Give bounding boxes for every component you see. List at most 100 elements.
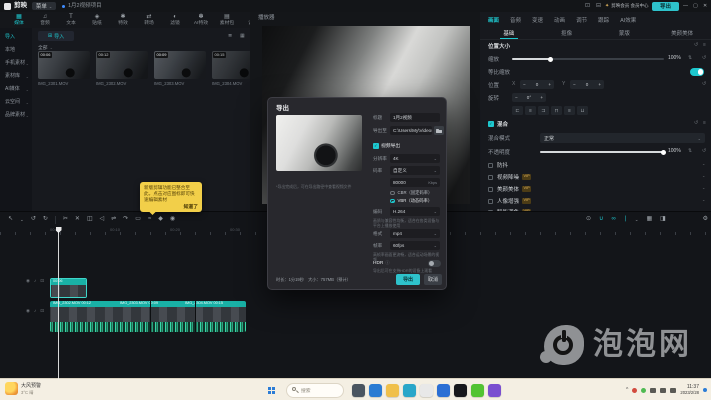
keyframe-icon[interactable]: ◆	[158, 212, 163, 227]
align-center-h-icon[interactable]: ≡	[525, 106, 536, 115]
portrait-section[interactable]: 人像增强 VIP	[497, 197, 531, 205]
panel-icon[interactable]: ◨	[660, 212, 666, 227]
ribbon-tab-ai-effects[interactable]: ✽AI特效	[188, 12, 214, 28]
timeline-clip-2[interactable]: IMG_2302.MOV 00:12 IMG_2303.MOV 00:09 IM…	[50, 301, 246, 332]
stabilize-checkbox[interactable]	[488, 163, 493, 168]
tab-animation[interactable]: 动画	[554, 16, 565, 24]
panel-toggle-icon[interactable]: ⊟	[596, 0, 601, 12]
sidebar-item-phone[interactable]: 手机素材⌄	[0, 57, 32, 70]
widgets-icon[interactable]	[369, 384, 382, 397]
volume-icon[interactable]	[660, 388, 666, 393]
format-dropdown[interactable]: mp4⌄	[390, 229, 440, 238]
layout-toggle-icon[interactable]: ⊡	[585, 0, 590, 12]
path-input[interactable]: C:\Users\My\Videos\...	[390, 126, 432, 135]
close-icon[interactable]: ✕	[703, 0, 707, 12]
fps-dropdown[interactable]: 60fps⌄	[390, 241, 440, 250]
menu-button[interactable]: 菜单 ⌄	[32, 2, 56, 10]
reset-icon[interactable]: ↺	[702, 81, 706, 87]
stepper-icon[interactable]: ⇅	[688, 55, 692, 61]
capcut-icon[interactable]	[454, 384, 467, 397]
tab-speed[interactable]: 变速	[532, 16, 543, 24]
mute-track-icon[interactable]: ♪	[34, 278, 36, 284]
select-dropdown-icon[interactable]: ⌄	[20, 212, 24, 227]
playhead-line[interactable]	[58, 227, 59, 379]
stabilize-section[interactable]: 防抖	[497, 161, 508, 169]
minimize-icon[interactable]: —	[683, 0, 688, 12]
align-top-icon[interactable]: ⊓	[551, 106, 562, 115]
mirror-icon[interactable]: ⇌	[111, 212, 116, 227]
wifi-icon[interactable]	[650, 388, 656, 393]
media-clip-thumbnail[interactable]: 00:09	[154, 51, 206, 79]
subtab-mask[interactable]: 蒙版	[596, 26, 654, 39]
opacity-slider-knob[interactable]	[661, 150, 666, 155]
name-input[interactable]: 1月2视频	[390, 113, 440, 122]
tooltip-got-it-button[interactable]: 知道了	[184, 203, 198, 210]
document-title[interactable]: 1月2视频项目	[68, 0, 102, 12]
ribbon-tab-transition[interactable]: ⇄转场	[136, 12, 162, 28]
dialog-export-button[interactable]: 导出	[396, 274, 420, 285]
weather-title[interactable]: 大风预警	[21, 382, 41, 389]
import-button[interactable]: ⊞ 导入	[38, 31, 74, 41]
start-button[interactable]	[268, 379, 275, 400]
ribbon-tab-filter[interactable]: ◐滤镜	[162, 12, 188, 28]
beauty-checkbox[interactable]	[488, 187, 493, 192]
beauty-section[interactable]: 美颜美体 VIP	[497, 185, 531, 193]
timeline-clip-1[interactable]: 00:06	[50, 278, 87, 298]
rotate-icon[interactable]: ↷	[123, 212, 128, 227]
track-dropdown-icon[interactable]: ⌄	[635, 212, 639, 227]
timeline-settings-icon[interactable]: ⚙	[703, 212, 708, 227]
split-icon[interactable]: ✂	[63, 212, 68, 227]
store-icon[interactable]	[437, 384, 450, 397]
edge-icon[interactable]	[403, 384, 416, 397]
denoise-section[interactable]: 视频降噪 VIP	[497, 173, 531, 181]
sidebar-item-ai-media[interactable]: AI媒体⌄	[0, 83, 32, 96]
redo-icon[interactable]: ↻	[43, 212, 48, 227]
wechat-icon[interactable]	[471, 384, 484, 397]
plus-icon[interactable]: +	[540, 95, 543, 100]
clock[interactable]: 11:37 2023/2/28	[680, 384, 699, 396]
tray-app-red-icon[interactable]	[632, 388, 637, 393]
blend-section[interactable]: 混合	[497, 120, 508, 128]
ribbon-tab-pack[interactable]: ▤素材包	[214, 12, 240, 28]
portrait-checkbox[interactable]	[488, 199, 493, 204]
sidebar-item-brand[interactable]: 品牌素材⌄	[0, 109, 32, 122]
marker-icon[interactable]: ◉	[170, 212, 175, 227]
weather-icon[interactable]	[5, 382, 18, 395]
opacity-value[interactable]: 100%	[668, 148, 681, 154]
plus-icon[interactable]: +	[548, 82, 551, 87]
vbr-radio[interactable]	[390, 199, 395, 204]
position-y-stepper[interactable]: −0+	[570, 80, 604, 89]
lock-track-icon[interactable]: ⊡	[40, 308, 44, 314]
browse-folder-button[interactable]	[434, 126, 444, 135]
bitrate-mode-dropdown[interactable]: 自定义⌄	[390, 166, 440, 175]
resolution-dropdown[interactable]: 4K⌄	[390, 154, 440, 163]
position-size-section[interactable]: 位置大小	[488, 42, 510, 50]
subtab-basic[interactable]: 基础	[480, 26, 538, 39]
media-clip-thumbnail[interactable]: 00:06	[38, 51, 90, 79]
align-bottom-icon[interactable]: ⊔	[577, 106, 588, 115]
notification-icon[interactable]	[703, 388, 707, 392]
select-icon[interactable]: ↖	[8, 212, 13, 227]
cbr-radio[interactable]	[390, 191, 395, 196]
photos-icon[interactable]	[488, 384, 501, 397]
info-icon[interactable]: ⓘ	[385, 260, 389, 266]
ribbon-tab-media[interactable]: ▦媒体	[6, 12, 32, 28]
align-center-v-icon[interactable]: ≡	[564, 106, 575, 115]
subtab-beauty[interactable]: 美颜美体	[653, 26, 711, 39]
mute-track-icon[interactable]: ♪	[34, 308, 36, 314]
dialog-cancel-button[interactable]: 取消	[424, 274, 442, 285]
denoise-checkbox[interactable]	[488, 175, 493, 180]
hide-track-icon[interactable]: ◉	[26, 278, 30, 284]
lock-track-icon[interactable]: ⊡	[40, 278, 44, 284]
tab-picture[interactable]: 画面	[488, 16, 499, 24]
tab-adjust[interactable]: 调节	[576, 16, 587, 24]
cbr-radio-row[interactable]: CBR（固定码率）	[390, 190, 432, 196]
hide-track-icon[interactable]: ◉	[26, 308, 30, 314]
sidebar-item-local[interactable]: 本地	[0, 44, 32, 57]
tray-expand-icon[interactable]: ^	[626, 387, 628, 393]
grid-view-icon[interactable]: ▦	[240, 31, 245, 41]
magnet-icon[interactable]: ∪	[599, 212, 603, 227]
delete-icon[interactable]: ✕	[75, 212, 80, 227]
taskview-icon[interactable]	[352, 384, 365, 397]
tray-app-green-icon[interactable]	[641, 388, 646, 393]
